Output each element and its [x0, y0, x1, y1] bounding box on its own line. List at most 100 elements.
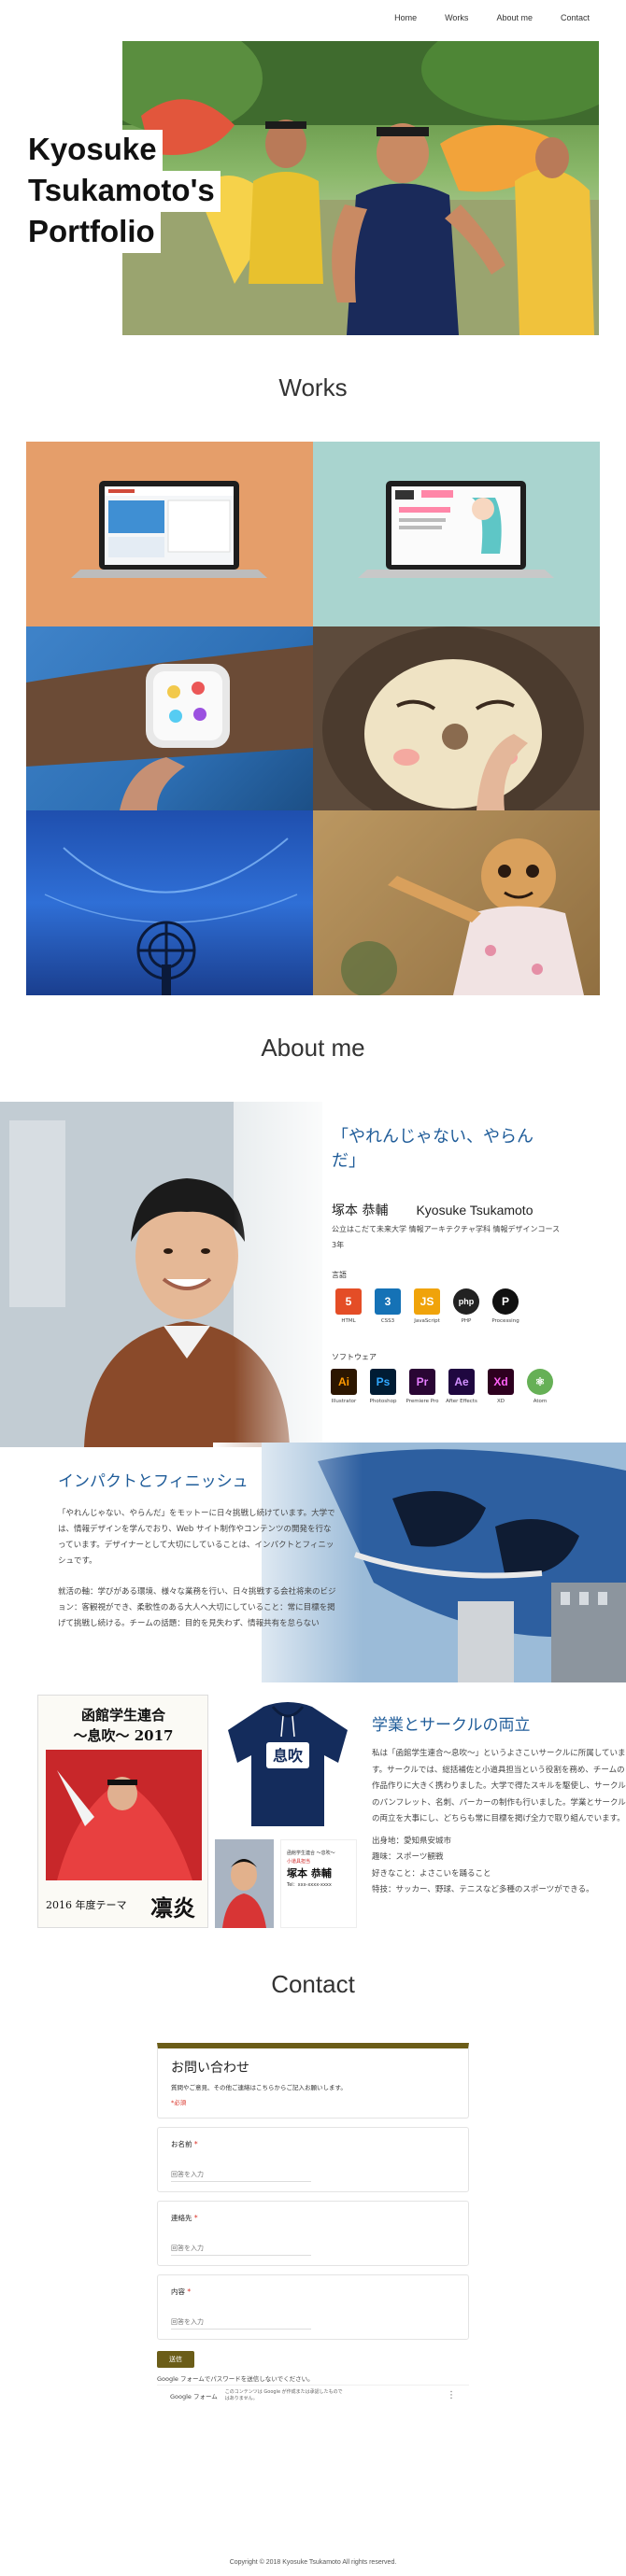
php-icon: php [453, 1288, 479, 1315]
hero-title-line-2: Tsukamoto's [26, 171, 221, 212]
circle-title: 学業とサークルの両立 [372, 1716, 531, 1735]
skill-after-effects: Ae After Effects [445, 1369, 478, 1404]
nav-works[interactable]: Works [431, 13, 482, 22]
card-name: 塚本 恭輔 [287, 1867, 332, 1879]
work-tile-projection[interactable] [26, 810, 313, 995]
skill-name: After Effects [446, 1399, 477, 1404]
skill-css: 3 CSS3 [371, 1288, 405, 1324]
poster-line-2: 〜息吹〜 2017 [74, 1727, 174, 1744]
skill-html: 5 HTML [332, 1288, 365, 1324]
contact-title: Contact [271, 1970, 355, 1998]
skill-name: Premiere Pro [405, 1399, 439, 1404]
software-list: Ai Illustrator Ps Photoshop Pr Premiere … [327, 1369, 557, 1404]
skill-javascript: JS JavaScript [410, 1288, 444, 1324]
skill-name: HTML [341, 1318, 356, 1324]
skill-name: Processing [491, 1318, 519, 1324]
works-grid [26, 442, 600, 995]
copyright: Copyright © 2018 Kyosuke Tsukamoto All r… [229, 2559, 397, 2566]
skill-premiere: Pr Premiere Pro [405, 1369, 439, 1404]
javascript-icon: JS [414, 1288, 440, 1315]
question-contact: 連絡先 * [157, 2201, 469, 2266]
hero-section: Kyosuke Tsukamoto's Portfolio [0, 41, 626, 335]
works-title: Works [278, 373, 348, 401]
premiere-icon: Pr [409, 1369, 435, 1395]
after-effects-icon: Ae [448, 1369, 475, 1395]
card-org: 函館学生連合 〜息吹〜 [287, 1851, 335, 1856]
skill-illustrator: Ai Illustrator [327, 1369, 361, 1404]
form-title: お問い合わせ [171, 2061, 249, 2076]
hero-title: Kyosuke Tsukamoto's Portfolio [26, 130, 221, 253]
nav-contact[interactable]: Contact [547, 13, 604, 22]
skill-name: Atom [533, 1399, 548, 1404]
atom-icon: ⚛ [527, 1369, 553, 1395]
google-forms-legal: このコンテンツは Google が作成または承認したものではありません。 [224, 2388, 343, 2401]
work-tile-doll[interactable] [313, 810, 600, 995]
html5-icon: 5 [335, 1288, 362, 1315]
profile-likes: 好きなこと：よさこいを踊ること [372, 1868, 491, 1879]
software-label: ソフトウェア [332, 1353, 377, 1361]
question-label: 連絡先 * [171, 2214, 198, 2222]
skill-xd: Xd XD [484, 1369, 518, 1404]
affiliation: 公立はこだて未来大学 情報アーキテクチャ学科 情報デザインコース 3年 [332, 1225, 561, 1249]
nav-menu: Home Works About me Contact [380, 13, 604, 22]
poster-line-4: 凛炎 [150, 1894, 195, 1921]
impact-title: インパクトとフィニッシュ [58, 1472, 249, 1491]
work-tile-plush-face[interactable] [313, 626, 600, 810]
impact-body: 「やれんじゃない、やらんだ」をモットーに日々挑戦し続けています。大学では、情報デ… [58, 1506, 338, 1632]
skill-name: Photoshop [369, 1399, 397, 1404]
name-japanese: 塚本 恭輔 [332, 1204, 389, 1218]
languages-list: 5 HTML 3 CSS3 JS JavaScript php PHP P Pr… [332, 1288, 522, 1324]
impact-section: インパクトとフィニッシュ 「やれんじゃない、やらんだ」をモットーに日々挑戦し続け… [26, 1443, 626, 1682]
poster-line-1: 函館学生連合 [81, 1707, 166, 1724]
about-title: About me [261, 1034, 365, 1062]
impact-paragraph-2: 就活の軸：学びがある環境、様々な業務を行い、日々挑戦する会社将来のビジョン：客観… [58, 1587, 336, 1628]
form-header: お問い合わせ 質問やご意見、その他ご連絡はこちらからご記入お願いします。 *必須 [157, 2043, 469, 2119]
profile-hobby: 趣味：スポーツ観戦 [372, 1852, 444, 1862]
circle-paragraph-1: 私は「函館学生連合〜息吹〜」というよさこいサークルに所属しています。サークルでは… [372, 1749, 626, 1823]
card-photo [215, 1839, 274, 1928]
form-description: 質問やご意見、その他ご連絡はこちらからご記入お願いします。 [171, 2084, 347, 2091]
google-forms-brand[interactable]: Google フォーム [170, 2391, 218, 2400]
question-name: お名前 * [157, 2127, 469, 2192]
question-content: 内容 * [157, 2274, 469, 2340]
languages-label: 言語 [332, 1271, 347, 1279]
nav-home[interactable]: Home [380, 13, 431, 22]
more-vert-icon[interactable]: ⋮ [447, 2390, 456, 2400]
business-card: 函館学生連合 〜息吹〜 小道具担当 塚本 恭輔 Tel：xxx-xxxx-xxx… [280, 1839, 357, 1928]
google-forms-footer: Google フォーム このコンテンツは Google が作成または承認したもの… [157, 2385, 469, 2405]
poster-line-3: 2016 年度テーマ [46, 1898, 127, 1911]
submit-button[interactable]: 送信 [157, 2351, 194, 2368]
illustrator-icon: Ai [331, 1369, 357, 1395]
work-tile-illust-laptop[interactable] [313, 442, 600, 626]
nav-about[interactable]: About me [482, 13, 547, 22]
hoodie-image: 息吹 [221, 1697, 354, 1830]
hoodie-text: 息吹 [273, 1747, 304, 1765]
required-note: *必須 [171, 2099, 187, 2106]
skill-name: Illustrator [331, 1399, 357, 1404]
xd-icon: Xd [488, 1369, 514, 1395]
skill-atom: ⚛ Atom [523, 1369, 557, 1404]
team-poster: 函館学生連合 〜息吹〜 2017 2016 年度テーマ 凛炎 [37, 1695, 208, 1928]
hero-title-line-3: Portfolio [26, 212, 161, 253]
name-input[interactable] [171, 2168, 311, 2182]
profile-skills: 特技：サッカー、野球、テニスなど多種のスポーツができる。 [372, 1885, 594, 1894]
skill-photoshop: Ps Photoshop [366, 1369, 400, 1404]
question-label: お名前 * [171, 2140, 198, 2148]
work-tile-smartwatch[interactable] [26, 626, 313, 810]
css3-icon: 3 [375, 1288, 401, 1315]
skill-name: PHP [461, 1318, 472, 1324]
question-label: 内容 * [171, 2287, 192, 2296]
about-name: 塚本 恭輔 Kyosuke Tsukamoto [332, 1201, 533, 1219]
content-input[interactable] [171, 2316, 311, 2330]
photoshop-icon: Ps [370, 1369, 396, 1395]
impact-paragraph-1: 「やれんじゃない、やらんだ」をモットーに日々挑戦し続けています。大学では、情報デ… [58, 1509, 335, 1566]
skill-name: JavaScript [414, 1318, 440, 1324]
contact-form: お問い合わせ 質問やご意見、その他ご連絡はこちらからご記入お願いします。 *必須… [157, 2043, 469, 2405]
work-tile-website-laptop[interactable] [26, 442, 313, 626]
circle-body: 私は「函館学生連合〜息吹〜」というよさこいサークルに所属しています。サークルでは… [372, 1746, 626, 1899]
profile-hometown: 出身地：愛知県安城市 [372, 1836, 452, 1846]
skill-php: php PHP [449, 1288, 483, 1324]
contact-input[interactable] [171, 2242, 311, 2256]
skill-processing: P Processing [489, 1288, 522, 1324]
card-detail: Tel：xxx-xxxx-xxxx [287, 1882, 332, 1888]
